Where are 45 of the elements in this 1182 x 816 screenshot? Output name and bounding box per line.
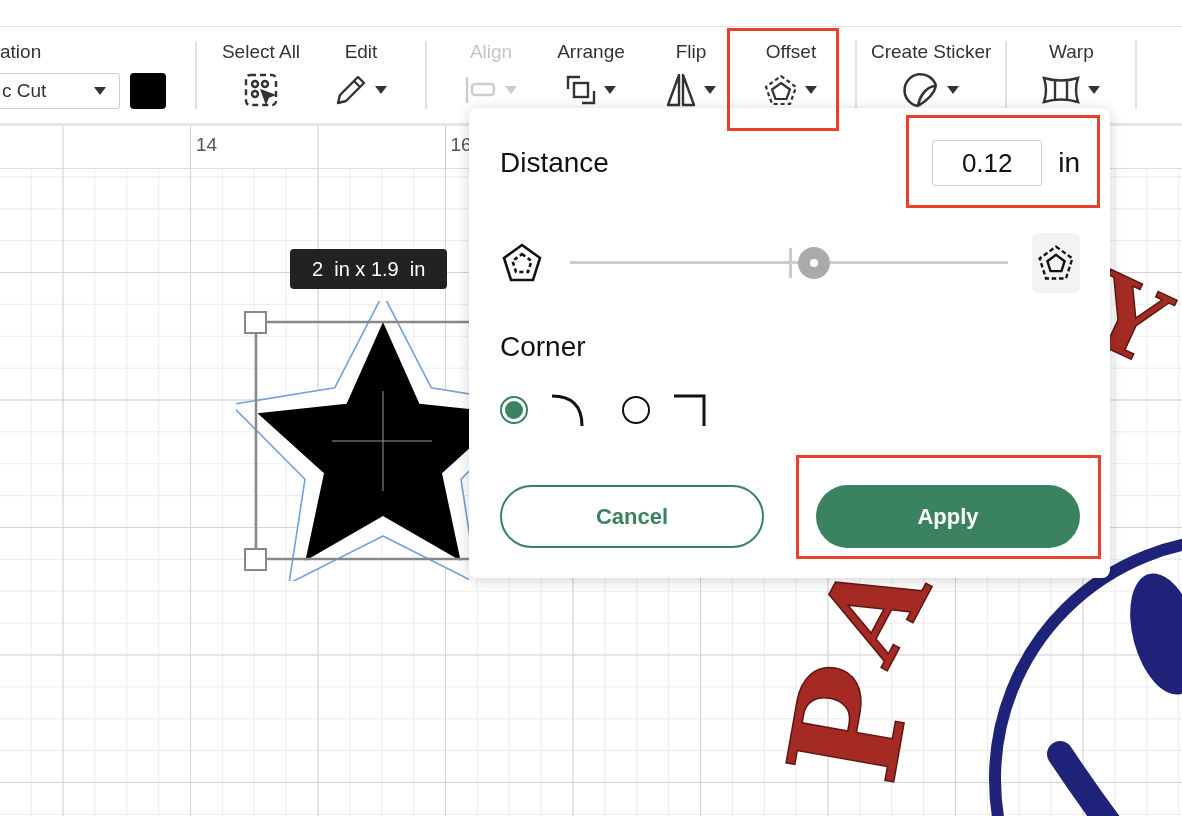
- inset-pentagon-icon[interactable]: [500, 242, 544, 284]
- align-icon: [464, 75, 498, 105]
- distance-input[interactable]: 0.12: [932, 140, 1043, 186]
- warp-icon: [1041, 75, 1082, 105]
- tool-label: Align: [469, 41, 513, 63]
- select-all-icon: [243, 72, 279, 108]
- caret-icon: [946, 85, 961, 95]
- ruler-label: 14: [195, 133, 219, 157]
- distance-label: Distance: [500, 147, 609, 179]
- square-corner-icon: [672, 393, 706, 427]
- caret-icon: [703, 85, 717, 95]
- operation-label: ation: [0, 41, 43, 63]
- offset-icon: [764, 74, 798, 106]
- pencil-icon: [334, 73, 368, 107]
- caret-icon: [804, 85, 818, 95]
- color-swatch[interactable]: [130, 73, 166, 109]
- flip-icon: [665, 73, 697, 107]
- caret-icon: [1087, 85, 1102, 95]
- tool-label: Select All: [221, 41, 301, 63]
- design-letter: Y: [1070, 250, 1182, 388]
- rounded-corner-icon: [550, 393, 584, 427]
- tool-button[interactable]: [665, 71, 717, 109]
- size-tooltip: 2 in x 1.9 in: [290, 249, 448, 289]
- unit-label: in: [1058, 147, 1080, 179]
- operation-dropdown[interactable]: c Cut: [0, 73, 120, 109]
- corner-label: Corner: [500, 331, 587, 363]
- tool-label: Offset: [765, 41, 817, 63]
- tool-label: Create Sticker: [871, 41, 992, 63]
- corner-radio[interactable]: [622, 396, 650, 424]
- tool-label: Flip: [675, 41, 707, 63]
- caret-icon: [374, 85, 388, 95]
- tool-label: Warp: [1049, 41, 1094, 63]
- tool-label: Edit: [344, 41, 378, 63]
- caret-icon: [603, 85, 617, 95]
- caret-icon: [93, 86, 107, 96]
- outset-pentagon-icon: [1036, 243, 1076, 283]
- apply-button[interactable]: Apply: [816, 485, 1080, 548]
- tool-button[interactable]: [243, 71, 279, 109]
- outset-button[interactable]: [1032, 233, 1080, 293]
- caret-icon: [504, 85, 518, 95]
- tool-button[interactable]: [902, 71, 961, 109]
- tool-label: Arrange: [557, 41, 625, 63]
- cancel-button[interactable]: Cancel: [500, 485, 764, 548]
- arrange-icon: [565, 74, 597, 106]
- corner-radio[interactable]: [500, 396, 528, 424]
